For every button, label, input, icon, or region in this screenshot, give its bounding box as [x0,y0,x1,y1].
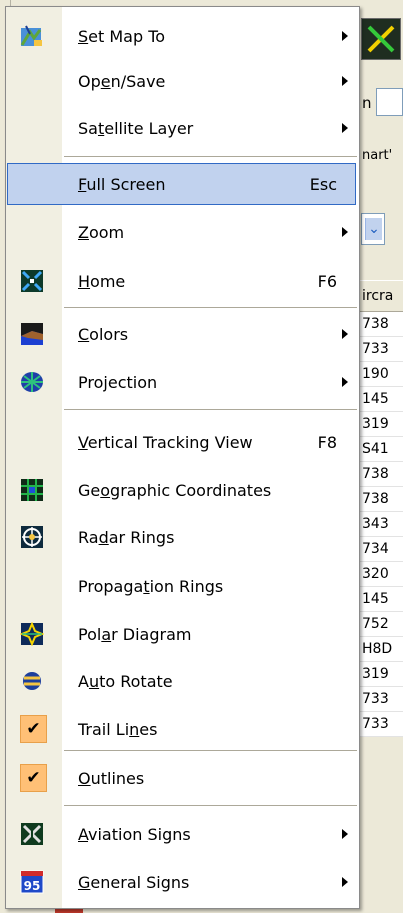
menu-item-label: Vertical Tracking View [78,433,253,452]
menu-item-label: Trail Lines [78,720,158,739]
grid-cell[interactable]: 343 [360,512,403,537]
aviation-signs-icon [21,823,43,845]
menu-item-aviation-signs[interactable]: Aviation Signs [6,811,359,858]
menu-item-label: Colors [78,325,129,344]
grid-cell[interactable]: 752 [360,612,403,637]
grid-cell[interactable]: 145 [360,387,403,412]
menu-item-label: Auto Rotate [78,672,173,691]
menu-item-colors[interactable]: Colors [6,311,359,358]
checkmark-icon: ✔ [20,764,47,792]
menu-item-trail-lines[interactable]: ✔ Trail Lines [6,706,359,753]
submenu-arrow-icon [342,877,348,887]
checkmark-icon: ✔ [20,715,47,743]
projection-icon [21,372,43,392]
menu-item-geographic-coordinates[interactable]: Geographic Coordinates [6,467,359,514]
aircraft-grid: ircra 738 733 190 145 319 S41 738 738 34… [360,280,403,737]
submenu-arrow-icon [342,329,348,339]
submenu-arrow-icon [342,377,348,387]
general-signs-icon: 95 [20,870,44,894]
menu-item-general-signs[interactable]: 95 General Signs [6,859,359,906]
menu-item-label: General Signs [78,873,190,892]
menu-item-projection[interactable]: Projection [6,359,359,406]
grid-cell[interactable]: 190 [360,362,403,387]
menu-item-vertical-tracking-view[interactable]: Vertical Tracking View F8 [6,419,359,466]
menu-item-shortcut: F8 [317,433,337,452]
menu-separator [64,409,357,410]
menu-item-set-map-to[interactable]: Set Map To [6,13,359,60]
grid-cell[interactable]: 319 [360,662,403,687]
toolbar-map-button[interactable] [361,18,401,60]
menu-separator [64,307,357,308]
grid-cell[interactable]: 733 [360,687,403,712]
menu-item-label: Propagation Rings [78,577,224,596]
grid-cell[interactable]: 733 [360,712,403,737]
menu-item-zoom[interactable]: Zoom [6,209,359,256]
menu-item-label: Full Screen [78,175,166,194]
menu-item-label: Set Map To [78,27,166,46]
menu-item-outlines[interactable]: ✔ Outlines [6,755,359,802]
grid-header-aircraft[interactable]: ircra [360,280,403,312]
map-tool-icon [367,25,395,53]
menu-item-label: Polar Diagram [78,625,192,644]
submenu-arrow-icon [342,31,348,41]
menu-item-label: Home [78,272,126,291]
menu-item-home[interactable]: Home F6 [6,258,359,305]
menu-highlight [7,163,356,205]
polar-diagram-icon [20,622,44,646]
grid-cell[interactable]: 320 [360,562,403,587]
submenu-arrow-icon [342,123,348,133]
submenu-arrow-icon [342,76,348,86]
grid-cell[interactable]: 738 [360,312,403,337]
search-input[interactable] [376,88,403,116]
menu-item-polar-diagram[interactable]: Polar Diagram [6,611,359,658]
search-row: n [360,86,403,120]
menu-separator [64,805,357,806]
menu-item-label: Outlines [78,769,145,788]
submenu-arrow-icon [342,227,348,237]
geographic-coordinates-icon [21,479,43,501]
menu-separator [64,156,357,157]
menu-item-label: Projection [78,373,158,392]
menu-item-full-screen[interactable]: Full Screen Esc [6,161,359,208]
menu-item-label: Satellite Layer [78,119,194,138]
svg-text:95: 95 [24,879,41,893]
grid-cell[interactable]: S41 [360,437,403,462]
home-icon [21,270,43,292]
menu-item-label: Aviation Signs [78,825,191,844]
menu-item-auto-rotate[interactable]: Auto Rotate [6,658,359,705]
grid-cell[interactable]: 319 [360,412,403,437]
grid-cell[interactable]: H8D [360,637,403,662]
grid-cell[interactable]: 738 [360,462,403,487]
radar-rings-icon [21,526,43,548]
context-menu: Set Map To Open/Save Satellite Layer Ful… [5,6,360,909]
grid-cell[interactable]: 733 [360,337,403,362]
menu-item-label: Zoom [78,223,125,242]
grid-cell[interactable]: 734 [360,537,403,562]
menu-item-satellite-layer[interactable]: Satellite Layer [6,105,359,152]
menu-item-radar-rings[interactable]: Radar Rings [6,514,359,561]
menu-item-shortcut: Esc [309,175,337,194]
menu-item-label: Open/Save [78,72,166,91]
set-map-icon [20,25,42,46]
menu-item-shortcut: F6 [317,272,337,291]
grid-cell[interactable]: 738 [360,487,403,512]
submenu-arrow-icon [342,829,348,839]
search-label: n [362,94,372,112]
colors-icon [21,323,43,345]
filter-combo[interactable]: ⌄ [361,213,385,245]
panel-label: nart' [362,148,393,163]
auto-rotate-icon [23,672,41,690]
menu-item-label: Geographic Coordinates [78,481,272,500]
grid-cell[interactable]: 145 [360,587,403,612]
menu-item-label: Radar Rings [78,528,175,547]
menu-item-open-save[interactable]: Open/Save [6,58,359,105]
menu-separator [64,750,357,751]
chevron-down-icon[interactable]: ⌄ [365,218,382,240]
menu-item-propagation-rings[interactable]: Propagation Rings [6,563,359,610]
